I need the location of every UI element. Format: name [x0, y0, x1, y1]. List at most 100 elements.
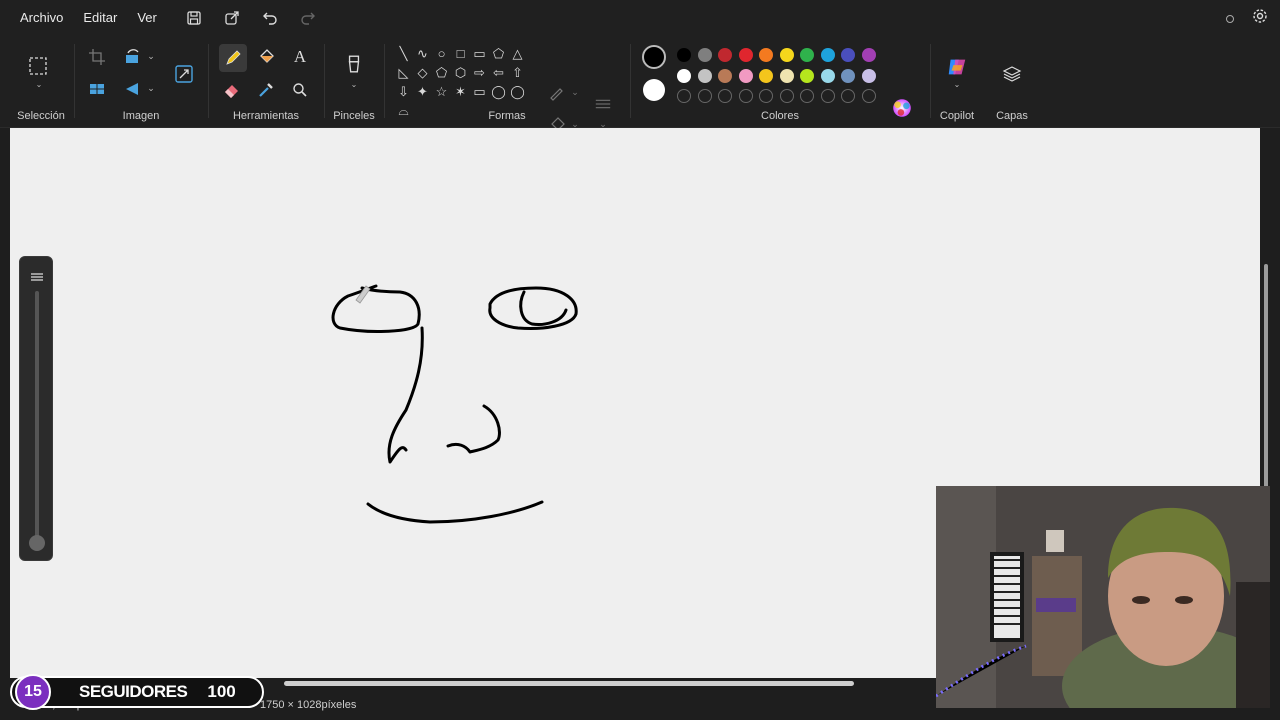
- color-row1-swatch-9[interactable]: [861, 48, 876, 62]
- shape-option-1-icon[interactable]: ∿: [413, 44, 432, 63]
- color-row1-swatch-0[interactable]: [677, 48, 691, 62]
- color-row1-swatch-2[interactable]: [718, 48, 732, 62]
- custom-color-slot-7[interactable]: [820, 89, 835, 103]
- color-row1-swatch-4[interactable]: [759, 48, 773, 62]
- shape-option-6-icon[interactable]: △: [508, 44, 527, 63]
- color-row1-swatch-7[interactable]: [820, 48, 835, 62]
- color-row2-swatch-5[interactable]: [779, 68, 794, 83]
- layers-icon[interactable]: [1000, 62, 1024, 86]
- color-row1-swatch-1[interactable]: [697, 48, 712, 62]
- color-row2-swatch-6[interactable]: [800, 68, 814, 83]
- rotate-icon[interactable]: [122, 46, 144, 68]
- custom-color-slot-6[interactable]: [800, 89, 814, 103]
- color-row2-swatch-9[interactable]: [861, 68, 876, 83]
- shape-option-2-icon[interactable]: ○: [432, 44, 451, 63]
- slider-track[interactable]: [35, 291, 39, 539]
- settings-gear-icon[interactable]: [1252, 8, 1268, 29]
- custom-color-slot-1[interactable]: [697, 89, 712, 103]
- chevron-down-icon[interactable]: ⌄: [34, 80, 44, 89]
- magnifier-icon[interactable]: [289, 79, 311, 101]
- custom-color-slot-4[interactable]: [759, 89, 773, 103]
- shape-option-16-icon[interactable]: ☆: [432, 82, 451, 101]
- color-row1-swatch-5[interactable]: [779, 48, 794, 62]
- color-row2-swatch-7[interactable]: [820, 68, 835, 83]
- chevron-down-icon[interactable]: ⌄: [952, 80, 962, 89]
- color-row2-swatch-4[interactable]: [759, 68, 773, 83]
- group-label-colors: Colores: [761, 110, 799, 122]
- color-palette: [674, 45, 879, 107]
- shape-option-18-icon[interactable]: ▭: [470, 82, 489, 101]
- chevron-down-icon[interactable]: ⌄: [349, 80, 359, 89]
- undo-icon[interactable]: [261, 9, 279, 27]
- save-icon[interactable]: [185, 9, 203, 27]
- resize-icon[interactable]: [172, 62, 196, 86]
- menu-ver[interactable]: Ver: [127, 0, 167, 36]
- shape-option-7-icon[interactable]: ◺: [394, 63, 413, 82]
- custom-color-slot-5[interactable]: [779, 89, 794, 103]
- color-picker-icon[interactable]: [255, 79, 277, 101]
- secondary-color-swatch[interactable]: [643, 79, 665, 101]
- shape-option-11-icon[interactable]: ⇨: [470, 63, 489, 82]
- color-row2-swatch-3[interactable]: [738, 68, 753, 83]
- color-row2-swatch-1[interactable]: [697, 68, 712, 83]
- custom-color-slot-2[interactable]: [718, 89, 732, 103]
- brush-size-slider[interactable]: [19, 256, 53, 561]
- shape-option-15-icon[interactable]: ✦: [413, 82, 432, 101]
- outline-icon[interactable]: [548, 84, 566, 102]
- account-icon[interactable]: [1226, 14, 1234, 23]
- chevron-down-icon[interactable]: ⌄: [570, 86, 580, 98]
- color-row2-swatch-0[interactable]: [677, 68, 691, 83]
- color-row2-swatch-8[interactable]: [841, 68, 855, 83]
- share-icon[interactable]: [223, 9, 241, 27]
- flip-icon[interactable]: [122, 78, 144, 100]
- image-effects-icon[interactable]: [86, 78, 108, 100]
- menu-archivo[interactable]: Archivo: [10, 0, 73, 36]
- shape-option-19-icon[interactable]: ◯: [489, 82, 508, 101]
- slider-handle[interactable]: [29, 535, 45, 551]
- custom-color-slot-0[interactable]: [677, 89, 691, 103]
- color-row1-swatch-8[interactable]: [841, 48, 855, 62]
- shape-option-21-icon[interactable]: ⌓: [394, 101, 413, 120]
- shape-option-12-icon[interactable]: ⇦: [489, 63, 508, 82]
- menu-editar[interactable]: Editar: [73, 0, 127, 36]
- color-row1-swatch-6[interactable]: [800, 48, 814, 62]
- left-eye-stroke: [331, 284, 421, 333]
- fill-bucket-icon[interactable]: [255, 46, 277, 68]
- custom-color-slot-9[interactable]: [861, 89, 876, 103]
- shape-option-0-icon[interactable]: ╲: [394, 44, 413, 63]
- color-row2-swatch-2[interactable]: [718, 68, 732, 83]
- shape-option-17-icon[interactable]: ✶: [451, 82, 470, 101]
- edit-colors-icon[interactable]: [890, 96, 914, 120]
- shape-option-8-icon[interactable]: ◇: [413, 63, 432, 82]
- chevron-down-icon[interactable]: ⌄: [146, 82, 156, 94]
- shape-option-4-icon[interactable]: ▭: [470, 44, 489, 63]
- nose-bridge-stroke: [387, 326, 424, 464]
- color-row1-swatch-3[interactable]: [738, 48, 753, 62]
- group-tools: A Herramientas: [210, 36, 322, 128]
- group-label-brushes: Pinceles: [333, 110, 375, 122]
- followers-goal: 100: [207, 682, 236, 701]
- select-rectangle-icon[interactable]: [26, 54, 50, 78]
- shape-option-9-icon[interactable]: ⬠: [432, 63, 451, 82]
- shape-option-10-icon[interactable]: ⬡: [451, 63, 470, 82]
- group-label-selection: Selección: [17, 110, 65, 122]
- custom-color-slot-8[interactable]: [841, 89, 855, 103]
- horizontal-scrollbar[interactable]: [284, 681, 854, 686]
- copilot-icon[interactable]: [944, 54, 970, 80]
- ribbon-toolbar: ⌄ Selección ⌄ ⌄ Imagen A Herramientas ⌄ …: [0, 36, 1280, 131]
- primary-color-swatch[interactable]: [642, 45, 666, 69]
- shape-option-13-icon[interactable]: ⇧: [508, 63, 527, 82]
- custom-color-slot-3[interactable]: [738, 89, 753, 103]
- chevron-down-icon[interactable]: ⌄: [146, 50, 156, 62]
- shape-option-20-icon[interactable]: ◯: [508, 82, 527, 101]
- pencil-icon[interactable]: [219, 44, 247, 72]
- crop-icon[interactable]: [86, 46, 108, 68]
- redo-icon[interactable]: [299, 9, 317, 27]
- brush-icon[interactable]: [342, 52, 366, 76]
- shape-option-3-icon[interactable]: □: [451, 44, 470, 63]
- eraser-icon[interactable]: [221, 79, 243, 101]
- text-icon[interactable]: A: [289, 46, 311, 68]
- shape-size-icon[interactable]: [592, 94, 614, 114]
- shape-option-5-icon[interactable]: ⬠: [489, 44, 508, 63]
- shape-option-14-icon[interactable]: ⇩: [394, 82, 413, 101]
